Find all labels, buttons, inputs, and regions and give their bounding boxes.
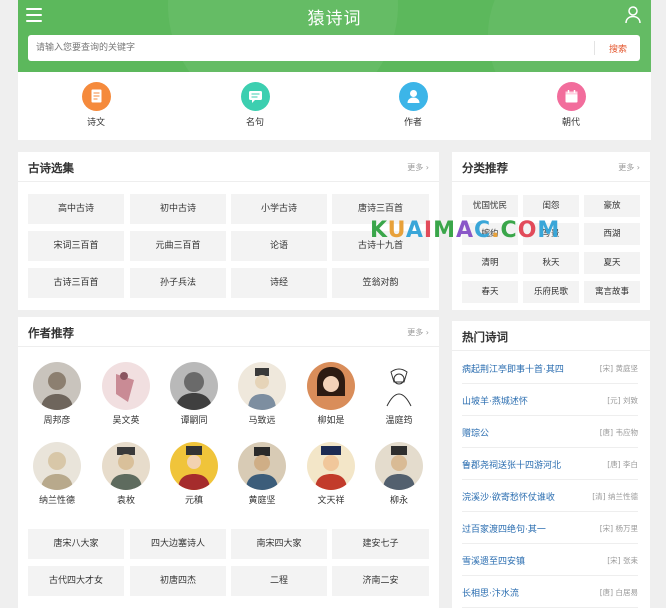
author-card[interactable]: 纳兰性德 bbox=[27, 442, 87, 506]
avatar bbox=[307, 362, 355, 410]
category-tag[interactable]: 秋天 bbox=[523, 252, 579, 274]
author-group-tag[interactable]: 唐宋八大家 bbox=[28, 529, 124, 559]
avatar bbox=[375, 442, 423, 490]
author-card[interactable]: 文天祥 bbox=[301, 442, 361, 506]
author-group-tag[interactable]: 四大边塞诗人 bbox=[130, 529, 226, 559]
panel-title: 热门诗词 bbox=[462, 330, 508, 344]
more-link[interactable]: 更多 › bbox=[618, 162, 640, 173]
authors-panel: 作者推荐 更多 › 周邦彦 吴文英 谭嗣同 马致远 柳如是 温庭筠 纳兰性德 袁… bbox=[18, 317, 439, 608]
collection-tag[interactable]: 元曲三百首 bbox=[130, 231, 226, 261]
author-card[interactable]: 吴文英 bbox=[96, 362, 156, 426]
panel-title: 古诗选集 bbox=[28, 161, 74, 175]
avatar bbox=[238, 362, 286, 410]
hot-poem-row[interactable]: 病起荆江亭即事十首·其四 [宋] 黄庭坚 bbox=[462, 352, 638, 384]
hot-poem-row[interactable]: 山坡羊·燕城述怀 [元] 刘致 bbox=[462, 384, 638, 416]
chevron-right-icon: › bbox=[425, 328, 429, 337]
more-link[interactable]: 更多 › bbox=[407, 162, 429, 173]
hot-poem-row[interactable]: 过百家渡四绝句·其一 [宋] 杨万里 bbox=[462, 512, 638, 544]
author-group-tag[interactable]: 古代四大才女 bbox=[28, 566, 124, 596]
category-tag[interactable]: 春天 bbox=[462, 281, 518, 303]
hot-poem-row[interactable]: 赠琮公 [唐] 韦应物 bbox=[462, 416, 638, 448]
author-group-tag[interactable]: 南宋四大家 bbox=[231, 529, 327, 559]
panel-title: 作者推荐 bbox=[28, 326, 74, 340]
avatar bbox=[375, 362, 423, 410]
message-icon bbox=[240, 82, 270, 111]
category-tag[interactable]: 夏天 bbox=[584, 252, 640, 274]
header: 猿诗词 搜索 bbox=[18, 0, 651, 72]
avatar bbox=[170, 442, 218, 490]
collection-tag[interactable]: 初中古诗 bbox=[130, 194, 226, 224]
more-link[interactable]: 更多 › bbox=[407, 327, 429, 338]
hot-poem-row[interactable]: 长相思·汴水流 [唐] 白居易 bbox=[462, 576, 638, 608]
nav-item-authors[interactable]: 作者 bbox=[383, 82, 443, 128]
avatar bbox=[33, 362, 81, 410]
avatar bbox=[307, 442, 355, 490]
user-icon[interactable] bbox=[625, 6, 641, 24]
author-card[interactable]: 袁枚 bbox=[96, 442, 156, 506]
collection-tag[interactable]: 小学古诗 bbox=[231, 194, 327, 224]
main-nav: 诗文 名句 作者 朝代 bbox=[18, 72, 651, 140]
hot-poem-row[interactable]: 鲁郡尧祠送张十四游河北 [唐] 李白 bbox=[462, 448, 638, 480]
category-tag[interactable]: 寓言故事 bbox=[584, 281, 640, 303]
author-group-tag[interactable]: 建安七子 bbox=[332, 529, 429, 559]
category-tag[interactable]: 闺怨 bbox=[523, 195, 579, 217]
search-box: 搜索 bbox=[28, 35, 640, 61]
author-group-tag[interactable]: 二程 bbox=[231, 566, 327, 596]
category-tag[interactable]: 西湖 bbox=[584, 223, 640, 245]
document-icon bbox=[81, 82, 111, 111]
chevron-right-icon: › bbox=[636, 163, 640, 172]
avatar bbox=[102, 362, 150, 410]
collection-tag[interactable]: 笠翁对韵 bbox=[332, 268, 429, 298]
search-button[interactable]: 搜索 bbox=[596, 35, 640, 61]
author-card[interactable]: 马致远 bbox=[232, 362, 292, 426]
collection-tag[interactable]: 孙子兵法 bbox=[130, 268, 226, 298]
search-input[interactable] bbox=[28, 35, 593, 61]
avatar bbox=[170, 362, 218, 410]
hot-poem-row[interactable]: 浣溪沙·欲寄愁怀仗谁收 [清] 纳兰性德 bbox=[462, 480, 638, 512]
author-card[interactable]: 周邦彦 bbox=[27, 362, 87, 426]
author-card[interactable]: 元稹 bbox=[164, 442, 224, 506]
category-tag[interactable]: 忧国忧民 bbox=[462, 195, 518, 217]
chevron-right-icon: › bbox=[425, 163, 429, 172]
category-tag[interactable]: 清明 bbox=[462, 252, 518, 274]
avatar bbox=[33, 442, 81, 490]
hot-poems-panel: 热门诗词 病起荆江亭即事十首·其四 [宋] 黄庭坚 山坡羊·燕城述怀 [元] 刘致 … bbox=[452, 321, 650, 608]
nav-item-dynasties[interactable]: 朝代 bbox=[541, 82, 601, 128]
avatar bbox=[238, 442, 286, 490]
author-card[interactable]: 谭嗣同 bbox=[164, 362, 224, 426]
author-group-tag[interactable]: 济南二安 bbox=[332, 566, 429, 596]
collection-tag[interactable]: 诗经 bbox=[231, 268, 327, 298]
author-card[interactable]: 黄庭坚 bbox=[232, 442, 292, 506]
site-title: 猿诗词 bbox=[307, 9, 362, 29]
avatar bbox=[102, 442, 150, 490]
panel-title: 分类推荐 bbox=[462, 161, 508, 175]
collection-tag[interactable]: 论语 bbox=[231, 231, 327, 261]
collection-tag[interactable]: 宋词三百首 bbox=[28, 231, 124, 261]
author-card[interactable]: 柳永 bbox=[369, 442, 429, 506]
collection-tag[interactable]: 古诗三百首 bbox=[28, 268, 124, 298]
hot-poem-row[interactable]: 雪溪遗至四安镇 [宋] 张耒 bbox=[462, 544, 638, 576]
category-tag[interactable]: 乐府民歌 bbox=[523, 281, 579, 303]
nav-item-poems[interactable]: 诗文 bbox=[66, 82, 126, 128]
nav-item-quotes[interactable]: 名句 bbox=[225, 82, 285, 128]
category-tag[interactable]: 豪放 bbox=[584, 195, 640, 217]
calendar-icon bbox=[556, 82, 586, 111]
watermark: KUAIMAC.COM bbox=[370, 218, 561, 243]
author-card[interactable]: 柳如是 bbox=[301, 362, 361, 426]
collection-tag[interactable]: 高中古诗 bbox=[28, 194, 124, 224]
author-group-tag[interactable]: 初唐四杰 bbox=[130, 566, 226, 596]
person-icon bbox=[398, 82, 428, 111]
author-card[interactable]: 温庭筠 bbox=[369, 362, 429, 426]
